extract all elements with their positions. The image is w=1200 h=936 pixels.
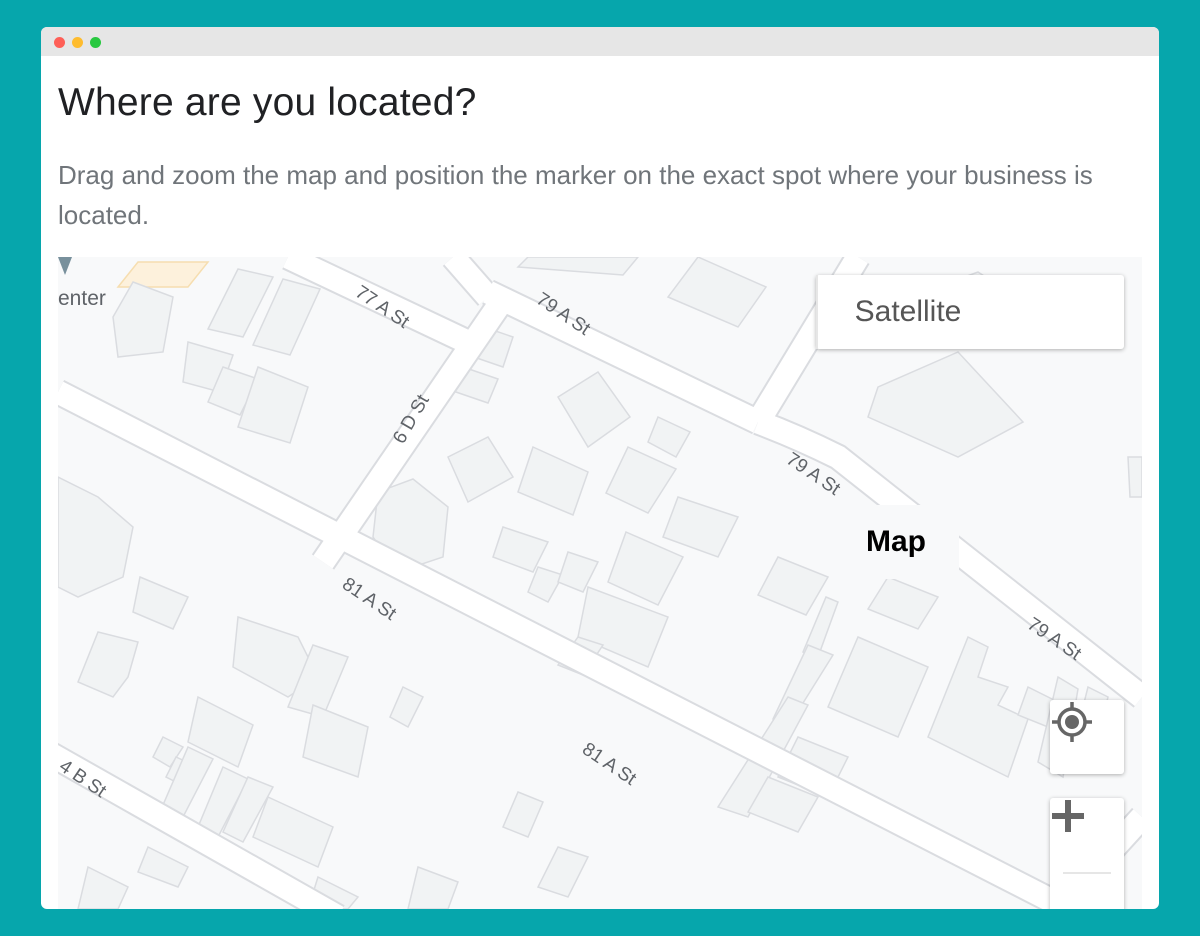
minimize-window-button[interactable]	[72, 37, 83, 48]
map-graphics: enter 77 A St 79 A St 79 A St 79 A St 6 …	[58, 257, 1142, 909]
window-titlebar	[41, 27, 1159, 56]
zoom-out-button[interactable]	[1050, 813, 1124, 909]
close-window-button[interactable]	[54, 37, 65, 48]
map-canvas[interactable]: enter 77 A St 79 A St 79 A St 79 A St 6 …	[58, 257, 1142, 909]
zoom-control	[1050, 798, 1124, 909]
browser-window: Where are you located? Drag and zoom the…	[41, 27, 1159, 909]
page-title: Where are you located?	[58, 81, 477, 124]
poi-label: enter	[58, 287, 106, 310]
map-type-map-button[interactable]: Map	[833, 505, 959, 579]
maximize-window-button[interactable]	[90, 37, 101, 48]
map-type-control: Map Satellite	[816, 275, 1124, 579]
my-location-button[interactable]	[1050, 700, 1124, 774]
minus-icon	[1052, 813, 1084, 819]
map-pin-icon[interactable]	[58, 257, 72, 275]
street-label-81a-1: 81 A St	[338, 574, 400, 625]
map-type-satellite-button[interactable]: Satellite	[818, 275, 998, 349]
page-description: Drag and zoom the map and position the m…	[58, 160, 1093, 230]
street-label-81a-2: 81 A St	[578, 739, 640, 790]
my-location-icon	[1052, 702, 1092, 742]
